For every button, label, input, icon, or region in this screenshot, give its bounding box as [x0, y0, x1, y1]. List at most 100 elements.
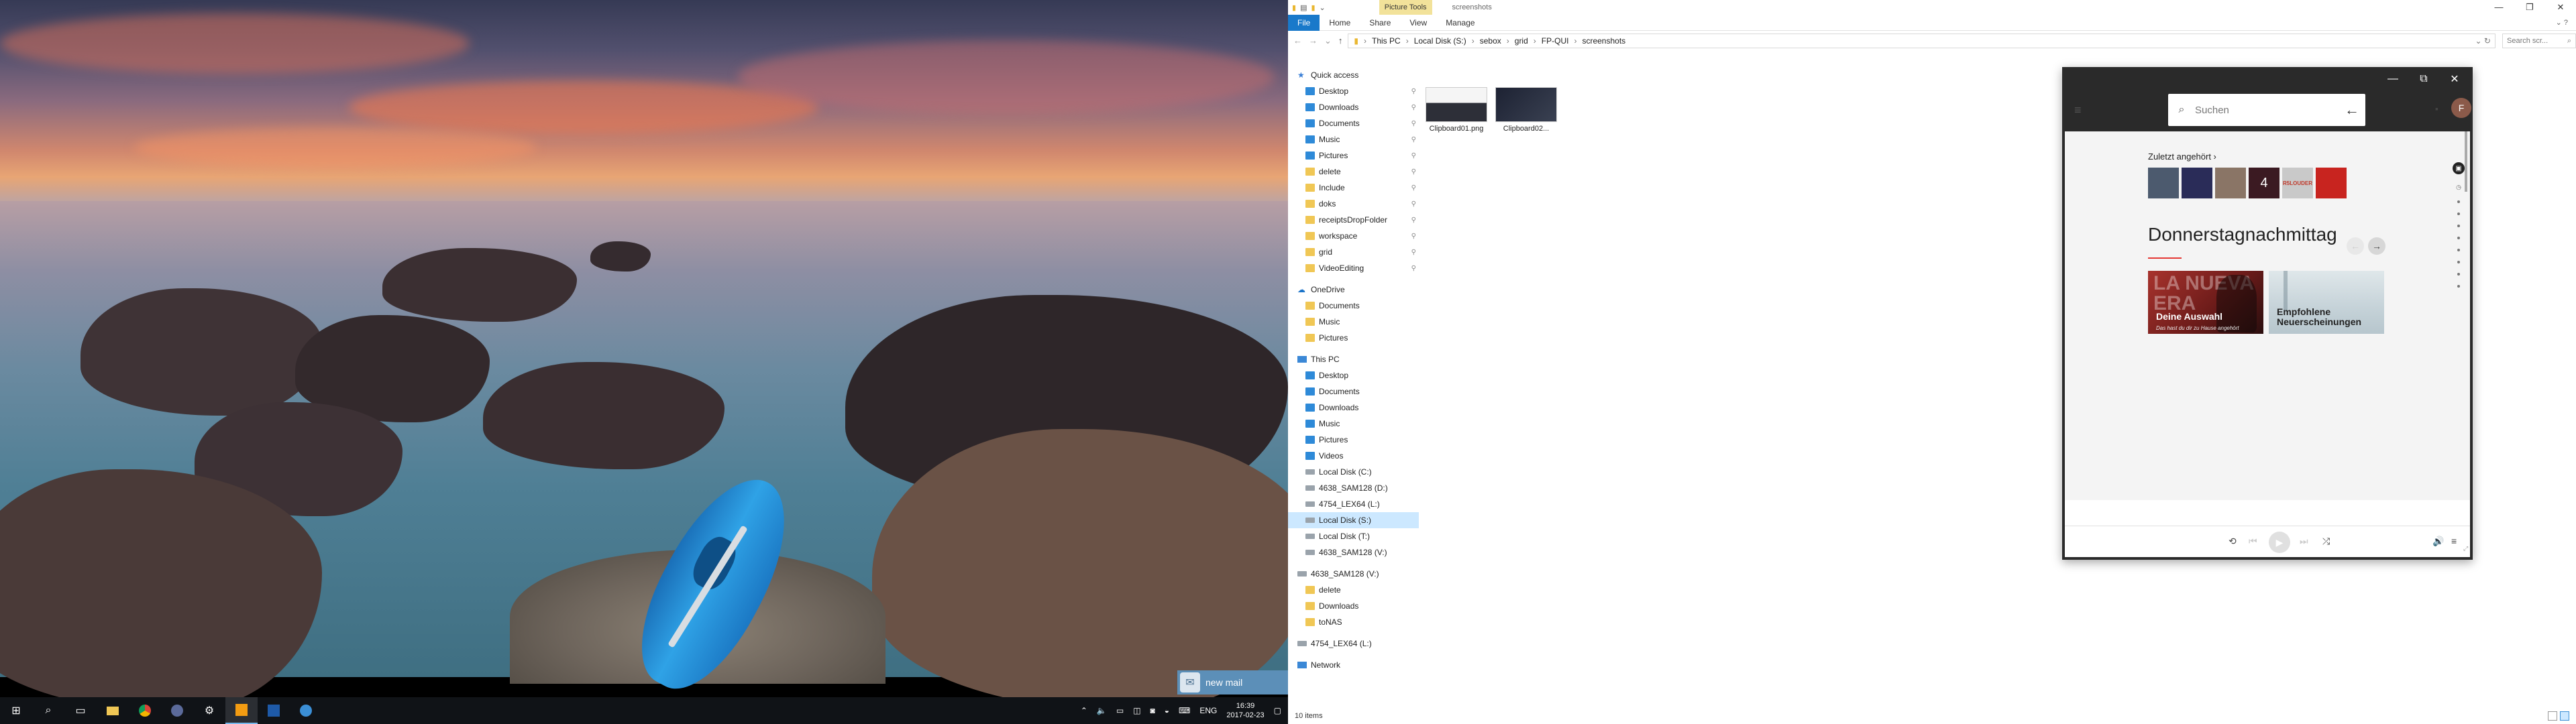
nav-item[interactable]: grid ⚲ [1288, 244, 1419, 260]
previous-track-icon[interactable]: ⏮ [2249, 536, 2257, 547]
clock[interactable]: 16:39 2017-02-23 [1226, 701, 1264, 720]
avatar[interactable]: F [2451, 98, 2471, 118]
nav-item[interactable]: 4638_SAM128 (D:) [1288, 480, 1419, 496]
tray-app-icon[interactable]: ◙ [1150, 706, 1155, 715]
search-input[interactable]: Search scr... ⌕ [2502, 34, 2576, 48]
restore-icon[interactable]: ⧉ [2408, 73, 2439, 85]
network-icon[interactable]: ▭ [1116, 706, 1124, 715]
details-view-icon[interactable] [2548, 711, 2557, 721]
recently-played-heading[interactable]: Zuletzt angehört › [2148, 152, 2216, 162]
start-button[interactable]: ⊞ [0, 697, 32, 724]
nav-item[interactable]: 4754_LEX64 (L:) [1288, 636, 1419, 652]
mini-player-icon[interactable]: ⤢ [2463, 545, 2468, 552]
nav-item[interactable]: receiptsDropFolder ⚲ [1288, 212, 1419, 228]
scrollbar[interactable] [2465, 131, 2467, 192]
notifications-icon[interactable]: ▪ [2435, 103, 2438, 114]
album-cover[interactable] [2316, 168, 2347, 198]
playlist-card-new-releases[interactable]: Empfohlene Neuerscheinungen [2269, 271, 2384, 334]
music-player-icon[interactable] [225, 697, 258, 724]
new-mail-notification[interactable]: ✉ new mail [1177, 670, 1288, 695]
nav-item[interactable]: workspace ⚲ [1288, 228, 1419, 244]
maximize-icon[interactable]: ❐ [2514, 2, 2545, 13]
nav-item[interactable]: Downloads ⚲ [1288, 99, 1419, 115]
nav-item[interactable]: Pictures ⚲ [1288, 147, 1419, 164]
nav-item[interactable]: delete ⚲ [1288, 164, 1419, 180]
tab-file[interactable]: File [1288, 14, 1320, 31]
breadcrumb-item[interactable]: This PC [1372, 36, 1401, 46]
hamburger-menu-icon[interactable]: ≡ [2074, 103, 2082, 117]
breadcrumb-item[interactable]: sebox [1480, 36, 1501, 46]
nav-item[interactable]: Pictures [1288, 432, 1419, 448]
nav-item[interactable]: doks ⚲ [1288, 196, 1419, 212]
search-icon[interactable]: ⌕ [32, 697, 64, 724]
nav-item[interactable]: Documents [1288, 298, 1419, 314]
nav-item[interactable]: Include ⚲ [1288, 180, 1419, 196]
close-icon[interactable]: ✕ [2439, 72, 2470, 86]
album-cover[interactable] [2215, 168, 2246, 198]
new-folder-icon[interactable]: ▮ [1311, 3, 1315, 12]
nav-dot[interactable] [2457, 200, 2460, 203]
nav-item[interactable]: Downloads [1288, 598, 1419, 614]
up-arrow-icon[interactable]: ↑ [1338, 36, 1343, 46]
nav-item[interactable]: Music [1288, 416, 1419, 432]
album-cover[interactable] [2182, 168, 2212, 198]
chrome-icon[interactable] [129, 697, 161, 724]
tab-view[interactable]: View [1400, 15, 1436, 31]
nav-dot[interactable] [2457, 237, 2460, 239]
large-icons-view-icon[interactable] [2560, 711, 2569, 721]
close-icon[interactable]: ✕ [2545, 2, 2576, 13]
back-arrow-icon[interactable]: ← [2339, 101, 2365, 119]
album-cover[interactable] [2148, 168, 2179, 198]
volume-icon[interactable]: 🔊 [2432, 536, 2444, 547]
file-item[interactable]: Clipboard01.png [1426, 87, 1487, 133]
properties-icon[interactable]: ▤ [1300, 3, 1307, 12]
chevron-down-icon[interactable]: ⌄ [1320, 3, 1326, 12]
history-icon[interactable]: ◷ [2456, 184, 2461, 191]
nav-item[interactable]: Desktop ⚲ [1288, 83, 1419, 99]
nav-dot[interactable] [2457, 261, 2460, 263]
nav-item[interactable]: Documents ⚲ [1288, 115, 1419, 131]
folder-icon[interactable]: ▮ [1292, 3, 1296, 12]
queue-icon[interactable]: ≡ [2451, 536, 2457, 546]
play-button[interactable]: ▶ [2269, 532, 2290, 553]
nav-item[interactable]: ☁ OneDrive [1288, 282, 1419, 298]
next-track-icon[interactable]: ⏭ [2300, 536, 2308, 547]
nav-dot[interactable] [2457, 285, 2460, 288]
back-arrow-icon[interactable]: ← [1293, 36, 1302, 46]
playlist-card-your-selection[interactable]: LA NUEVA ERA Deine Auswahl Das hast du d… [2148, 271, 2263, 334]
nav-item[interactable]: Videos [1288, 448, 1419, 464]
action-center-icon[interactable]: ▢ [1274, 706, 1281, 715]
nav-dot[interactable] [2457, 213, 2460, 215]
minimize-icon[interactable]: — [2377, 73, 2408, 85]
editor-icon[interactable] [258, 697, 290, 724]
forward-arrow-icon[interactable]: → [1309, 36, 1318, 46]
volume-icon[interactable]: 🔈 [1097, 706, 1107, 715]
breadcrumb-item[interactable]: screenshots [1582, 36, 1625, 46]
chevron-down-icon[interactable]: ⌄ [1324, 36, 1332, 46]
nav-item[interactable]: Network [1288, 657, 1419, 673]
refresh-icon[interactable]: ⌄ ↻ [2475, 36, 2495, 46]
keyboard-icon[interactable]: ⌨ [1179, 706, 1190, 715]
nav-item[interactable]: 4754_LEX64 (L:) [1288, 496, 1419, 512]
language-indicator[interactable]: ENG [1199, 706, 1217, 715]
nav-dot[interactable] [2457, 273, 2460, 276]
tray-app-icon[interactable]: ◒ [1165, 706, 1169, 715]
nav-item[interactable]: toNAS [1288, 614, 1419, 630]
breadcrumb-item[interactable]: FP-QUI [1542, 36, 1569, 46]
nav-item[interactable]: Downloads [1288, 400, 1419, 416]
nav-item[interactable]: delete [1288, 582, 1419, 598]
nav-item[interactable]: Desktop [1288, 367, 1419, 383]
tab-home[interactable]: Home [1320, 15, 1360, 31]
tray-app-icon[interactable]: ◫ [1133, 706, 1140, 715]
album-cover[interactable]: R5LOUDER [2282, 168, 2313, 198]
nav-item[interactable]: This PC [1288, 351, 1419, 367]
nav-item[interactable]: Music ⚲ [1288, 131, 1419, 147]
breadcrumb-item[interactable]: grid [1515, 36, 1528, 46]
task-view-icon[interactable]: ▭ [64, 697, 97, 724]
home-icon[interactable]: ▣ [2453, 162, 2465, 174]
repeat-icon[interactable]: ⟲ [2229, 536, 2237, 547]
album-cover[interactable]: 4 [2249, 168, 2279, 198]
minimize-icon[interactable]: — [2483, 2, 2514, 13]
file-item[interactable]: Clipboard02... [1495, 87, 1557, 133]
chevron-up-icon[interactable]: ⌃ [1081, 706, 1087, 715]
